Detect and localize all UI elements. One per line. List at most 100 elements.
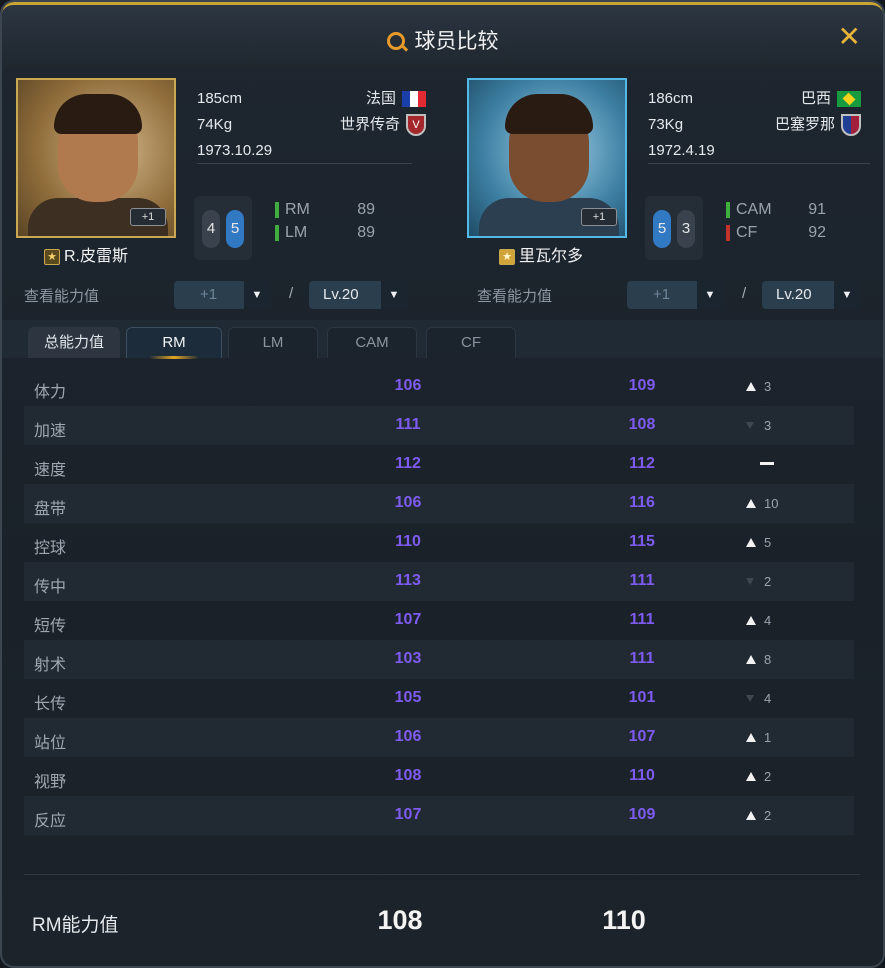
tab-rm[interactable]: RM (126, 327, 222, 359)
stat-row: 短传 107 111 4 (24, 601, 854, 640)
upgrade-badge: +1 (581, 208, 617, 226)
stat-value-left: 108 (394, 767, 422, 784)
position-row: CAM 91 (726, 198, 826, 221)
stat-value-right: 109 (628, 806, 656, 823)
bottom-divider (24, 874, 860, 875)
stat-row: 速度 112 112 (24, 445, 854, 484)
chevron-down-icon[interactable]: ▼ (244, 281, 270, 309)
stat-value-right: 116 (629, 494, 655, 511)
upgrade-select-value: +1 (200, 286, 218, 303)
player-compare-window: 球员比较 ✕ +1 ★ R.皮雷斯 185cm 74Kg 1973.10.29 法… (0, 0, 885, 968)
stat-diff-value: 2 (764, 769, 772, 784)
arrow-up-icon (746, 733, 756, 742)
stat-name: 传中 (34, 579, 67, 596)
stat-value-left: 106 (394, 728, 422, 745)
stat-name: 长传 (34, 696, 67, 713)
position-tabs: 总能力值 RM LM CAM CF (2, 320, 883, 359)
stat-diff: 8 (746, 652, 806, 667)
stat-row: 反应 107 109 2 (24, 796, 854, 835)
separator: / (289, 285, 294, 302)
position-color-bar (726, 224, 730, 241)
chevron-down-icon[interactable]: ▼ (834, 281, 860, 309)
arrow-up-icon (746, 538, 756, 547)
upgrade-select[interactable]: +1 ▼ (174, 281, 270, 309)
stat-name: 盘带 (34, 501, 67, 518)
player-weight: 73Kg (648, 116, 684, 133)
position-value: 91 (808, 201, 826, 218)
stat-name: 速度 (34, 462, 67, 479)
upgrade-select-value: +1 (653, 286, 671, 303)
upgrade-badge: +1 (130, 208, 166, 226)
player-name-text: 里瓦尔多 (519, 248, 584, 265)
stat-row: 视野 108 110 2 (24, 757, 854, 796)
arrow-up-icon (746, 772, 756, 781)
window-title-text: 球员比较 (414, 30, 499, 53)
tab-lm[interactable]: LM (228, 327, 318, 358)
arrow-down-icon (746, 695, 754, 702)
france-flag-icon (402, 91, 426, 107)
window-title: 球员比较 (2, 25, 883, 55)
stat-diff (746, 457, 806, 472)
view-ability-label: 查看能力值 (24, 288, 100, 305)
player-hair-shape (54, 94, 142, 134)
stat-diff-value: 10 (764, 496, 779, 511)
arrow-up-icon (746, 616, 756, 625)
info-divider (197, 163, 412, 164)
arrow-up-icon (746, 382, 756, 391)
stat-diff: 2 (746, 769, 806, 784)
stat-name: 视野 (34, 774, 67, 791)
stat-name: 控球 (34, 540, 67, 557)
stat-diff: 2 (746, 808, 806, 823)
position-name: LM (285, 224, 308, 241)
player-club: 世界传奇 (339, 116, 400, 133)
stat-name: 体力 (34, 384, 67, 401)
equal-dash-icon (760, 462, 774, 465)
tab-cf[interactable]: CF (426, 327, 516, 358)
right-foot-icon: 3 (677, 210, 695, 248)
stat-diff-value: 2 (764, 574, 772, 589)
player-club: 巴塞罗那 (774, 116, 835, 133)
position-ratings: RM 89 LM 89 (275, 198, 375, 244)
player-info: 185cm 74Kg 1973.10.29 (197, 86, 272, 164)
tab-cam[interactable]: CAM (327, 327, 417, 358)
level-select-value: Lv.20 (323, 286, 359, 303)
stat-value-left: 105 (394, 689, 422, 706)
stat-value-left: 110 (395, 533, 421, 550)
position-value: 92 (808, 224, 826, 241)
stat-diff-value: 2 (764, 808, 772, 823)
tab-overall[interactable]: 总能力值 (28, 327, 120, 358)
separator: / (742, 285, 747, 302)
level-select[interactable]: Lv.20 ▼ (309, 281, 407, 309)
position-name: RM (285, 201, 310, 218)
stat-value-right: 110 (629, 767, 655, 784)
upgrade-select[interactable]: +1 ▼ (627, 281, 723, 309)
chevron-down-icon[interactable]: ▼ (381, 281, 407, 309)
stat-name: 射术 (34, 657, 67, 674)
position-row: RM 89 (275, 198, 375, 221)
chevron-down-icon[interactable]: ▼ (697, 281, 723, 309)
total-value-left: 108 (377, 905, 423, 935)
barcelona-club-icon (841, 114, 861, 136)
position-name: CF (736, 224, 758, 241)
star-icon: ★ (499, 249, 515, 265)
stat-diff: 2 (746, 574, 806, 589)
view-ability-row-right: 查看能力值 +1 ▼ / Lv.20 ▼ (477, 281, 883, 309)
stat-name: 短传 (34, 618, 67, 635)
search-icon (386, 32, 405, 50)
stat-diff: 3 (746, 379, 806, 394)
stat-value-left: 113 (395, 572, 421, 589)
player-birthdate: 1972.4.19 (648, 142, 715, 159)
position-color-bar (726, 201, 730, 218)
arrow-up-icon (746, 811, 756, 820)
level-select[interactable]: Lv.20 ▼ (762, 281, 860, 309)
total-label: RM能力值 (32, 915, 119, 936)
stat-diff: 3 (746, 418, 806, 433)
stat-diff: 10 (746, 496, 806, 511)
position-name: CAM (736, 201, 772, 218)
stat-diff-value: 4 (764, 691, 772, 706)
stat-diff-value: 5 (764, 535, 772, 550)
level-select-value: Lv.20 (776, 286, 812, 303)
close-button[interactable]: ✕ (838, 23, 861, 51)
player-nation: 法国 (365, 90, 396, 107)
player-affiliation: 法国 世界传奇 V (340, 86, 426, 138)
